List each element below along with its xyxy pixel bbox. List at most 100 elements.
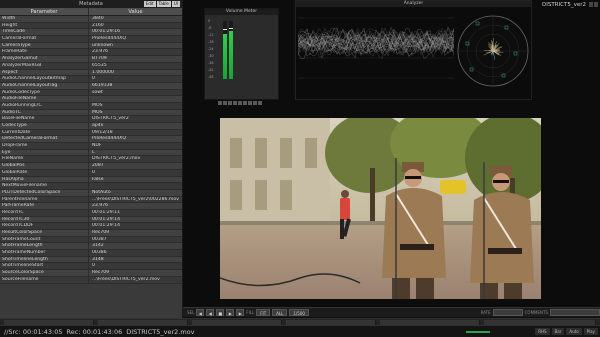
metadata-row[interactable]: ShotFrameLength 3142 — [0, 243, 182, 251]
metadata-row[interactable]: NextMovieFilename — [0, 183, 182, 190]
metadata-row[interactable]: AudioChannelLayoutTag 6619138 — [0, 82, 182, 90]
metadata-parameter-cell: SourceFilename — [0, 276, 89, 283]
metadata-value-cell: 0 — [92, 76, 95, 82]
metadata-row[interactable]: AudioChannelLayoutBitmap 0 — [0, 76, 182, 83]
metadata-row[interactable]: GlobalRate 0 — [0, 169, 182, 177]
play-button[interactable]: ▶ — [226, 309, 235, 316]
metadata-row[interactable]: AudioCodecType sowt — [0, 89, 182, 97]
metadata-row[interactable]: DropFrame NDF — [0, 143, 182, 150]
metadata-row[interactable]: CameraType unknown — [0, 42, 182, 50]
metadata-row[interactable]: CurrentDate 09/12/18 — [0, 129, 182, 137]
metadata-row[interactable]: ShotFrameCount 00387 — [0, 236, 182, 244]
status-button-rhs[interactable]: RHS — [535, 328, 550, 335]
volume-meter-area: 0 -6 -12 -18 -24 -30 -36 -42 -48 — [208, 19, 276, 105]
metadata-row[interactable]: RecordTC 00:01:29:11 — [0, 209, 182, 217]
metadata-row[interactable]: AudioTC MOS — [0, 109, 182, 117]
video-frame-image — [220, 118, 541, 299]
metadata-value-cell: ...\Frees\DISTRICT5_ver2\002286.mov — [92, 196, 179, 202]
column-header-value[interactable]: Value — [89, 8, 182, 15]
vectorscope — [457, 15, 529, 87]
metadata-row[interactable]: SourceFilename ...\Frees\DISTRICT5_ver2.m… — [0, 276, 182, 284]
metadata-row[interactable]: CameraFormat ProRes4444XQ — [0, 36, 182, 43]
rec-timecode: Rec: 00:01:43:06 — [66, 327, 123, 336]
metadata-edit-button[interactable]: Edit — [143, 1, 156, 7]
metadata-value-cell: 3840 — [92, 16, 104, 21]
metadata-parameter-cell: HasAlpha — [0, 176, 89, 183]
timeline-strip[interactable] — [0, 318, 600, 325]
metadata-parameter-cell: AudioFileName — [0, 96, 89, 102]
metadata-row[interactable]: Aspect 1.000000 — [0, 69, 182, 77]
metadata-parameter-cell: AnalyzerGamut — [0, 56, 89, 62]
metadata-row[interactable]: ShotTimelineLength 3148 — [0, 256, 182, 264]
metadata-value-cell: 00:01:29:11 — [92, 209, 121, 215]
metadata-table-button[interactable]: Table — [156, 1, 171, 7]
video-viewer[interactable] — [220, 118, 541, 299]
step-back-button[interactable]: ◀ — [206, 309, 215, 316]
metadata-value-cell: 3148 — [92, 256, 104, 262]
metadata-row[interactable]: GlobalPos 2087 — [0, 163, 182, 170]
window-minimize-button[interactable] — [589, 2, 593, 7]
metadata-row[interactable]: ShotTimelineStart 0 — [0, 263, 182, 271]
metadata-table: Width 3840 Height 2160 TimeCode 00:01:29:16 Ca… — [0, 16, 182, 284]
status-button-auto[interactable]: Auto — [566, 328, 582, 335]
metadata-row[interactable]: ResultColorSpace Rec709 — [0, 230, 182, 237]
go-start-button[interactable]: ◀ — [196, 309, 205, 316]
metadata-row[interactable]: ParentFilename ...\Frees\DISTRICT5_ver2\0… — [0, 196, 182, 204]
column-header-parameter[interactable]: Parameter — [0, 8, 89, 15]
volume-meter-title: Volume Meter — [205, 9, 278, 15]
metadata-parameter-cell: ShotFrameCount — [0, 236, 89, 243]
metadata-row[interactable]: RecordTC30 00:01:29:14 — [0, 216, 182, 224]
metadata-row[interactable]: FrameRate 23.976 — [0, 49, 182, 57]
clip-name-label: DISTRICT5_ver2 — [542, 2, 586, 8]
metadata-row[interactable]: Width 3840 — [0, 16, 182, 23]
metadata-row[interactable]: ParFrameRate 23.976 — [0, 203, 182, 210]
metadata-ui-button[interactable]: UI — [171, 1, 180, 7]
metadata-value-cell: ProRes4444XQ — [92, 136, 126, 142]
meter-bar-right — [229, 21, 233, 79]
metadata-value-cell: 00:01:29:16 — [92, 29, 121, 35]
metadata-parameter-cell: TimeCode — [0, 29, 89, 36]
metadata-row[interactable]: Eye L — [0, 149, 182, 157]
shutter-button[interactable]: 1/500 — [289, 309, 309, 316]
window-close-button[interactable] — [594, 2, 598, 7]
stop-button[interactable]: ■ — [216, 309, 225, 316]
sel-label: SEL — [187, 310, 195, 315]
metadata-value-cell: sowt — [92, 89, 103, 95]
metadata-value-cell: NotAuto — [92, 189, 111, 195]
metadata-parameter-cell: Width — [0, 16, 89, 22]
metadata-row[interactable]: FileName DISTRICT5_ver2.mov — [0, 156, 182, 164]
metadata-parameter-cell: BaseFileName — [0, 116, 89, 122]
status-button-bar[interactable]: Bar — [551, 328, 565, 335]
metadata-row[interactable]: BaseFileName DISTRICT5_ver2 — [0, 116, 182, 123]
fit-button[interactable]: FIT — [256, 309, 271, 316]
metadata-value-cell — [89, 96, 182, 102]
metadata-row[interactable]: AnalyzerMaxRGB 65535 — [0, 62, 182, 70]
metadata-row[interactable]: SourceColorSpace Rec709 — [0, 270, 182, 277]
metadata-row[interactable]: CodecType ap4x — [0, 123, 182, 130]
metadata-row[interactable]: RecordTCDDF 00:01:29:14 — [0, 223, 182, 230]
step-forward-button[interactable]: ▶ — [236, 309, 245, 316]
metadata-row[interactable]: Height 2160 — [0, 22, 182, 30]
metadata-value-cell: ap4x — [92, 123, 104, 128]
metadata-row[interactable]: TimeCode 00:01:29:16 — [0, 29, 182, 37]
metadata-value-cell: MOS — [92, 109, 103, 115]
metadata-row[interactable]: HasAlpha False — [0, 176, 182, 184]
metadata-row[interactable]: ShotFrameNumber 00386 — [0, 250, 182, 257]
all-button[interactable]: ALL — [272, 309, 288, 316]
scale-tick-label: -24 — [208, 47, 214, 51]
metadata-parameter-cell: CurrentDate — [0, 129, 89, 136]
metadata-row[interactable]: DetectedCameraFormat ProRes4444XQ — [0, 136, 182, 144]
metadata-value-cell: 00387 — [92, 236, 107, 242]
comments-field[interactable] — [550, 309, 600, 316]
scale-tick-label: -42 — [208, 68, 214, 72]
metadata-row[interactable]: PLUTDetectedColorSpace NotAuto — [0, 189, 182, 197]
src-timecode: //Src: 00:01:43:05 — [4, 327, 63, 336]
metadata-value-cell: 6619138 — [92, 82, 113, 88]
status-button-play[interactable]: Play — [583, 328, 598, 335]
metadata-parameter-cell: RecordTCDDF — [0, 223, 89, 229]
rate-field[interactable] — [492, 309, 523, 316]
metadata-row[interactable]: AudioRunningLTC MOS — [0, 102, 182, 110]
metadata-row[interactable]: AudioFileName — [0, 96, 182, 103]
metadata-row[interactable]: AnalyzerGamut BT709 — [0, 56, 182, 63]
metadata-parameter-cell: AudioChannelLayoutTag — [0, 82, 89, 89]
